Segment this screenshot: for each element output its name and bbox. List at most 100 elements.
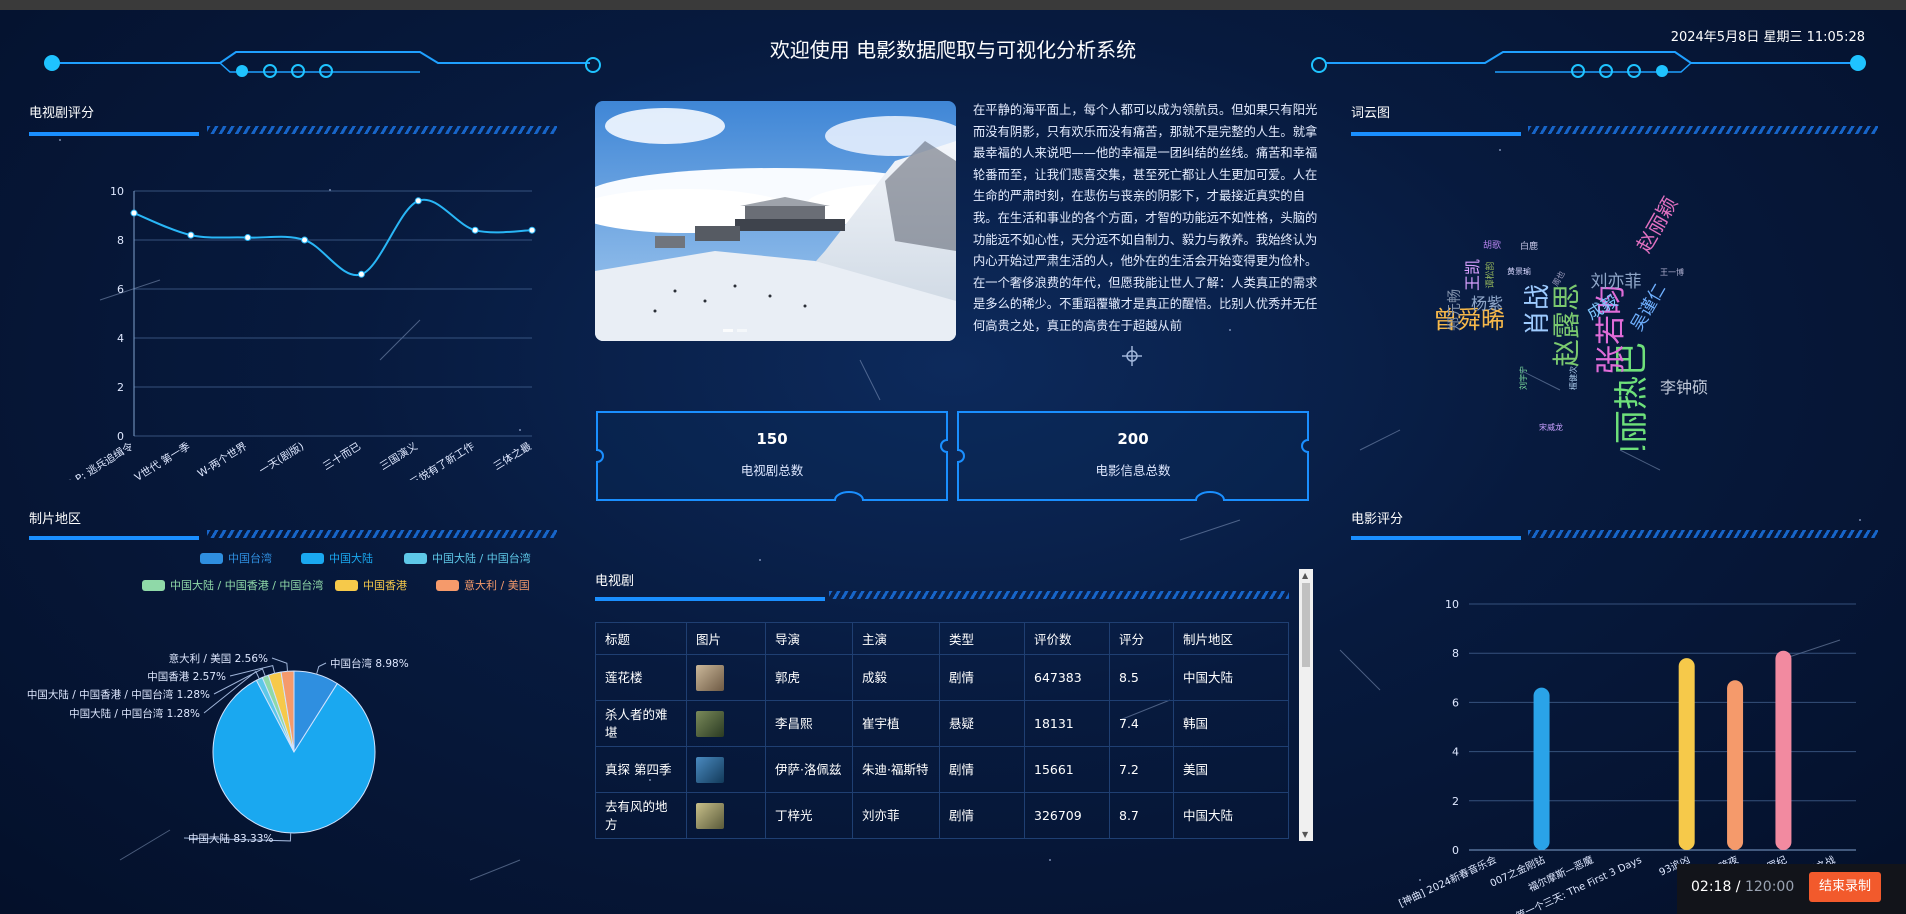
- poster-thumbnail: [696, 710, 724, 737]
- panel-title-movie-rating: 电影评分: [1351, 512, 1404, 527]
- table-row[interactable]: 莲花楼 郭虎 成毅 剧情 647383 8.5 中国大陆: [595, 654, 1289, 701]
- region-pie-legend: 中国台湾 中国大陆 中国大陆 / 中国台湾中国大陆 / 中国香港 / 中国台湾 中国香…: [0, 550, 570, 592]
- col-header-image: 图片: [686, 622, 766, 655]
- table-row[interactable]: 真探 第四季 伊萨·洛佩兹 朱迪·福斯特 剧情 15661 7.2 美国: [595, 746, 1289, 793]
- cell-score: 8.7: [1109, 792, 1174, 839]
- pie-label: 中国大陆 83.33%: [188, 832, 273, 845]
- stat-card-movie-total: 200 电影信息总数: [956, 410, 1310, 502]
- panel-underline: [29, 530, 557, 540]
- cell-genre: 剧情: [939, 746, 1025, 793]
- pie-label-line: [316, 662, 327, 675]
- poster-thumbnail: [696, 756, 724, 783]
- recording-widget: 02:18 / 120:00 结束录制: [1677, 864, 1906, 914]
- panel-title-tv-list: 电视剧: [595, 574, 635, 589]
- cell-score: 7.2: [1109, 746, 1174, 793]
- cell-image: [686, 654, 766, 701]
- wordcloud-word: 杨紫: [1471, 294, 1503, 313]
- x-tick-label: [神曲] 2024新春音乐会: [1396, 853, 1498, 910]
- y-tick-label: 0: [117, 430, 124, 443]
- y-tick-label: 6: [117, 283, 124, 296]
- data-point: [130, 209, 138, 217]
- x-tick-label: D.P: 逃兵追缉令: [63, 439, 136, 480]
- panel-underline: [1351, 126, 1878, 136]
- page-title: 欢迎使用 电影数据爬取与可视化分析系统: [769, 38, 1137, 62]
- cell-votes: 15661: [1024, 746, 1110, 793]
- cell-title: 莲花楼: [595, 654, 687, 701]
- wordcloud-word: 刘宇宁: [1518, 366, 1528, 390]
- x-tick-label: 三体之最: [491, 439, 534, 473]
- y-tick-label: 10: [1445, 598, 1459, 611]
- wordcloud-word: 赵丽颖: [1632, 193, 1683, 257]
- cell-genre: 剧情: [939, 792, 1025, 839]
- legend-item[interactable]: 中国台湾: [200, 550, 272, 565]
- col-header-actor: 主演: [852, 622, 940, 655]
- wordcloud-word: 黄景瑜: [1507, 266, 1531, 276]
- bar: [1727, 680, 1744, 850]
- x-tick-label: W-两个世界: [196, 440, 250, 480]
- col-header-score: 评分: [1109, 622, 1174, 655]
- wordcloud-word: 宋威龙: [1539, 422, 1563, 432]
- pie-label: 中国大陆 / 中国香港 / 中国台湾 1.28%: [27, 688, 210, 701]
- table-row[interactable]: 去有风的地方 丁梓光 刘亦菲 剧情 326709 8.7 中国大陆: [595, 792, 1289, 839]
- scrollbar-thumb[interactable]: [1302, 583, 1310, 667]
- data-point: [528, 226, 536, 234]
- y-tick-label: 6: [1452, 696, 1459, 709]
- cell-region: 美国: [1173, 746, 1289, 793]
- table-scrollbar[interactable]: ▲ ▼: [1299, 569, 1313, 841]
- legend-swatch: [335, 579, 358, 591]
- table-row[interactable]: 杀人者的难堪 李昌熙 崔宇植 悬疑 18131 7.4 韩国: [595, 700, 1289, 747]
- bar: [1678, 658, 1695, 850]
- scroll-up-arrow-icon[interactable]: ▲: [1302, 571, 1308, 580]
- y-tick-label: 10: [110, 185, 124, 198]
- wordcloud-word: 谭松韵: [1484, 261, 1496, 288]
- col-header-director: 导演: [765, 622, 853, 655]
- wordcloud-word: 肖战: [1523, 284, 1553, 336]
- series-line: [133, 198, 533, 277]
- bar: [1775, 650, 1792, 850]
- panel-underline: [1351, 530, 1878, 540]
- wordcloud-word: 王一博: [1660, 267, 1684, 277]
- stat-label: 电视剧总数: [740, 463, 804, 478]
- wordcloud-word: 赵露思: [1550, 283, 1583, 367]
- legend-item[interactable]: 中国大陆 / 中国香港 / 中国台湾: [142, 577, 323, 592]
- table-header-row: 标题 图片 导演 主演 类型 评价数 评分 制片地区: [595, 622, 1289, 655]
- cell-actor: 成毅: [852, 654, 940, 701]
- stop-recording-button[interactable]: 结束录制: [1809, 872, 1881, 902]
- cell-actor: 朱迪·福斯特: [852, 746, 940, 793]
- legend-item[interactable]: 中国大陆 / 中国台湾: [404, 550, 531, 565]
- y-tick-label: 2: [117, 381, 124, 394]
- cell-image: [686, 792, 766, 839]
- stat-value: 200: [1117, 430, 1149, 448]
- wordcloud-word: 王凯: [1463, 259, 1482, 291]
- stat-card-tv-total: 150 电视剧总数: [595, 410, 949, 502]
- cell-image: [686, 746, 766, 793]
- data-point: [471, 226, 479, 234]
- legend-swatch: [404, 552, 427, 564]
- cell-score: 8.5: [1109, 654, 1174, 701]
- cell-votes: 647383: [1024, 654, 1110, 701]
- cell-genre: 悬疑: [939, 700, 1025, 747]
- tv-table-container[interactable]: 标题 图片 导演 主演 类型 评价数 评分 制片地区 莲花楼 郭虎 成毅 剧情 …: [595, 622, 1289, 840]
- pie-label: 中国台湾 8.98%: [330, 657, 409, 670]
- col-header-genre: 类型: [939, 622, 1025, 655]
- legend-item[interactable]: 中国香港: [335, 577, 407, 592]
- legend-item[interactable]: 中国大陆: [301, 550, 373, 565]
- legend-label: 中国大陆 / 中国台湾: [432, 552, 531, 565]
- wordcloud-word: 檀健次: [1568, 366, 1578, 390]
- scroll-down-arrow-icon[interactable]: ▼: [1302, 830, 1308, 839]
- legend-item[interactable]: 意大利 / 美国: [436, 577, 530, 592]
- pie-label: 中国大陆 / 中国台湾 1.28%: [69, 707, 200, 720]
- data-point: [244, 234, 252, 242]
- wordcloud-word: 刘亦菲: [1591, 272, 1642, 292]
- recording-timer: 02:18 / 120:00: [1691, 879, 1795, 895]
- legend-swatch: [436, 579, 459, 591]
- pie-label-line: [271, 657, 288, 672]
- x-tick-label: 一天(剧版): [257, 440, 306, 478]
- data-point: [357, 270, 365, 278]
- cell-genre: 剧情: [939, 654, 1025, 701]
- cell-title: 去有风的地方: [595, 792, 687, 839]
- wordcloud-chart: 迪丽热巴张若昀赵露思肖战曾舜晞赵丽颖刘亦菲吴谨仁李钟硕成毅杨紫王凯郑元畅谭松韵胡…: [1433, 193, 1708, 450]
- x-tick-label: 三国演义: [377, 439, 420, 473]
- intro-paragraph: 在平静的海平面上，每个人都可以成为领航员。但如果只有阳光而没有阴影，只有欢乐而没…: [973, 103, 1318, 333]
- panel-title-wordcloud: 词云图: [1351, 106, 1391, 121]
